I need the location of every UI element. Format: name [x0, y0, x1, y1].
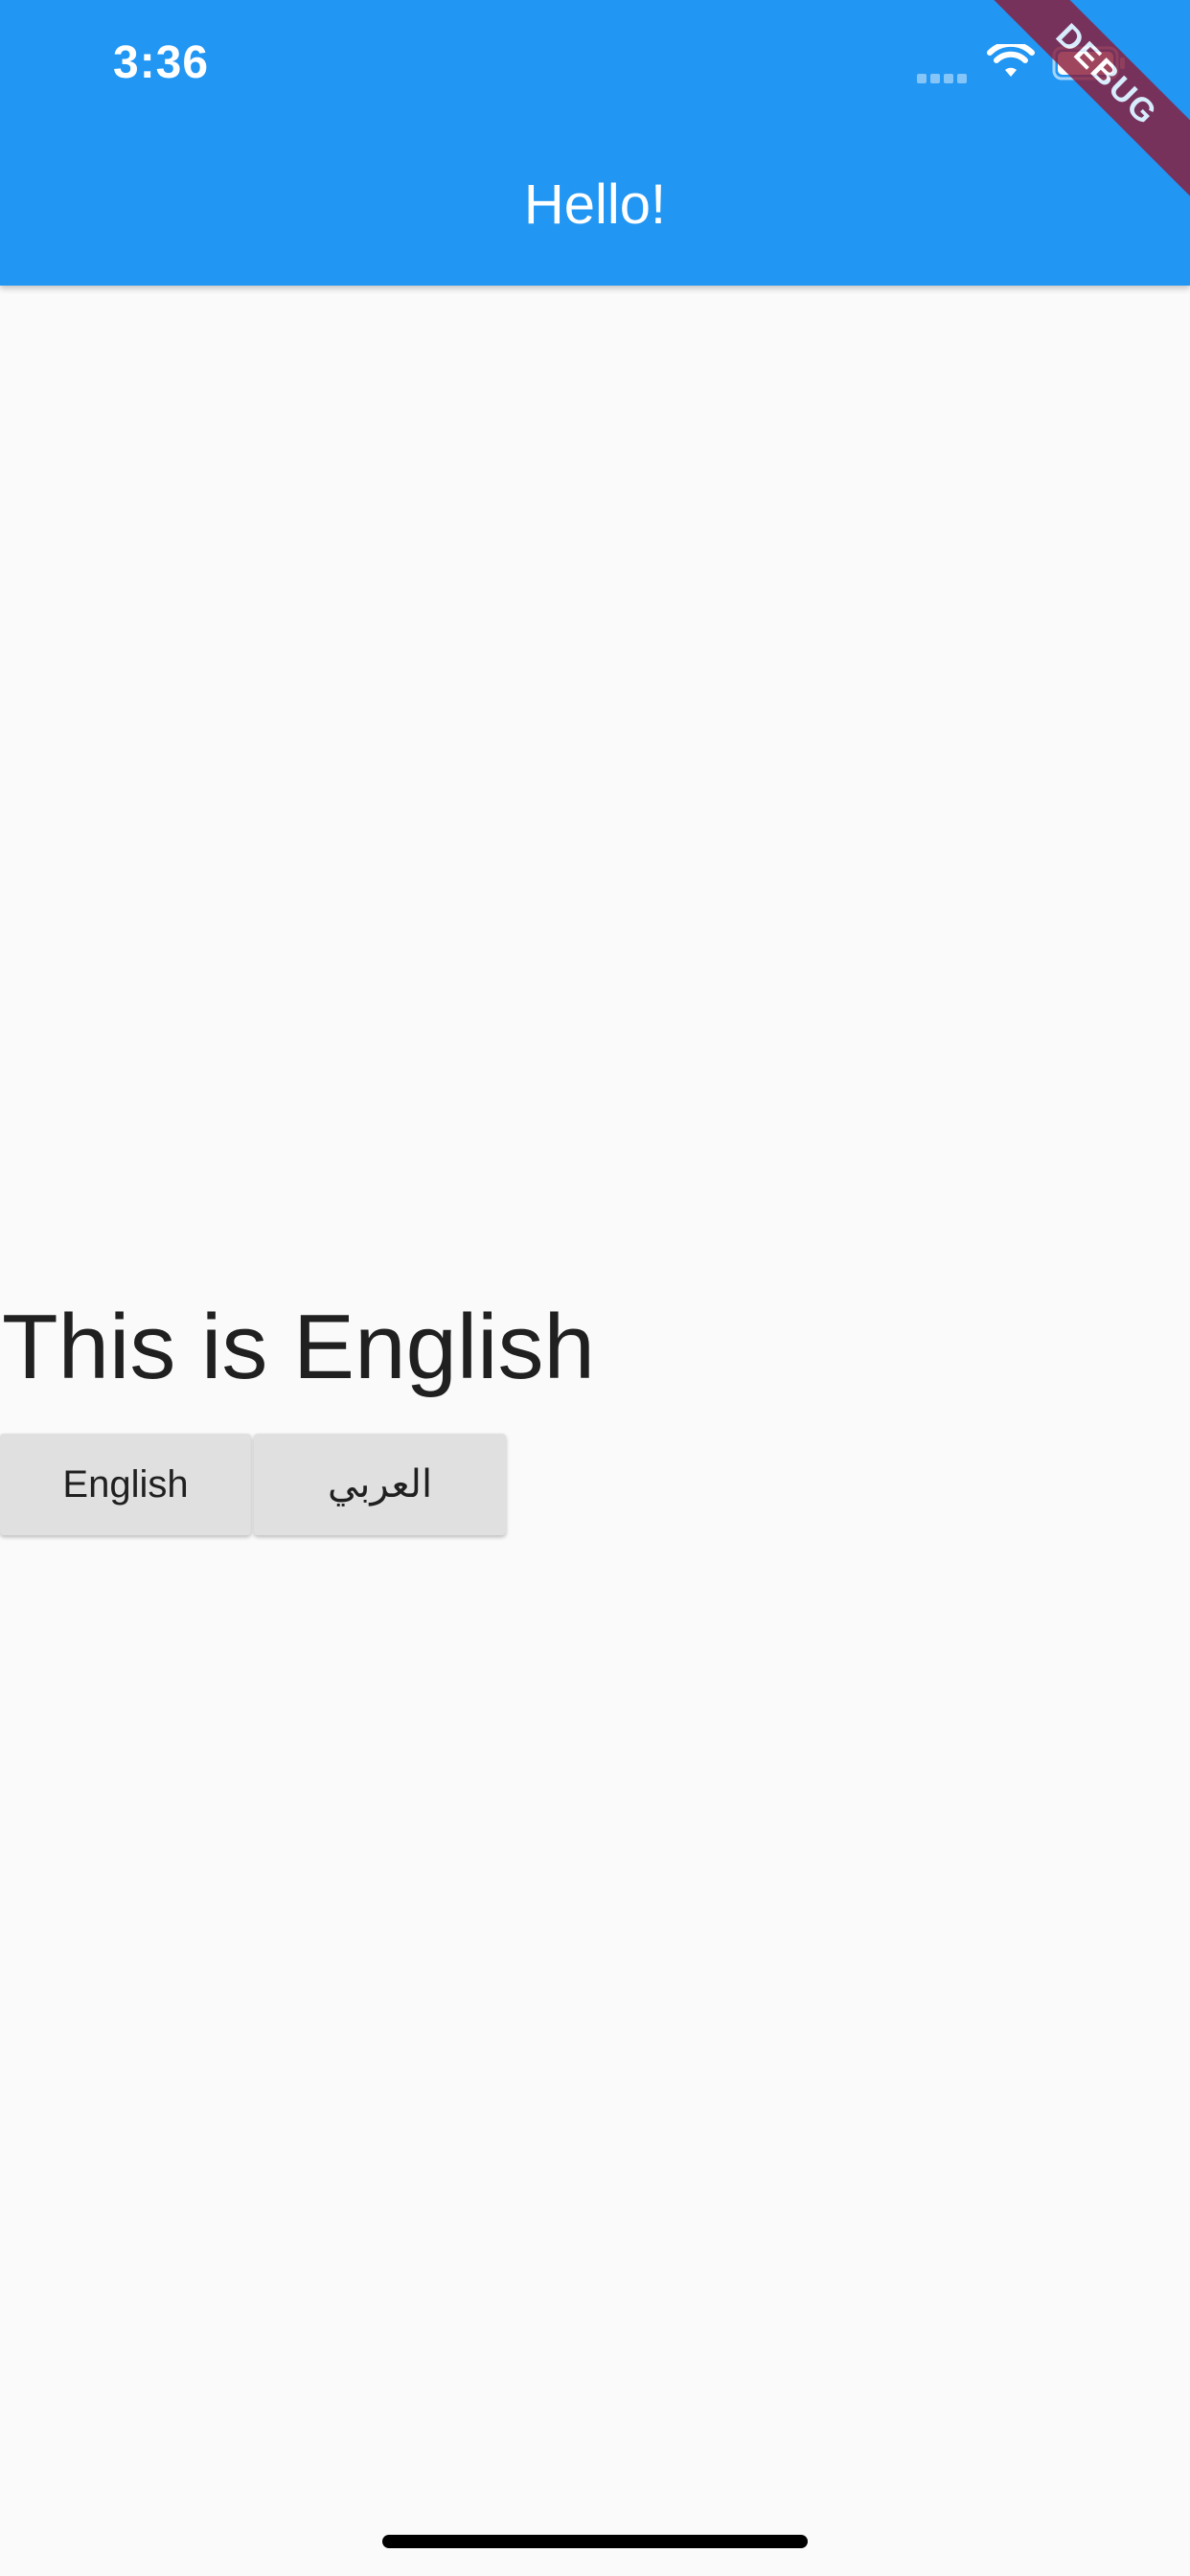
home-indicator	[382, 2535, 808, 2548]
status-time: 3:36	[113, 37, 210, 88]
english-button[interactable]: English	[0, 1434, 251, 1535]
signal-icon	[917, 71, 973, 83]
app-bar: 3:36 Hello!	[0, 0, 1190, 286]
language-message: This is English	[2, 1296, 595, 1398]
wifi-icon	[987, 44, 1035, 77]
app-title: Hello!	[523, 173, 667, 236]
arabic-button[interactable]: العربي	[254, 1434, 506, 1535]
